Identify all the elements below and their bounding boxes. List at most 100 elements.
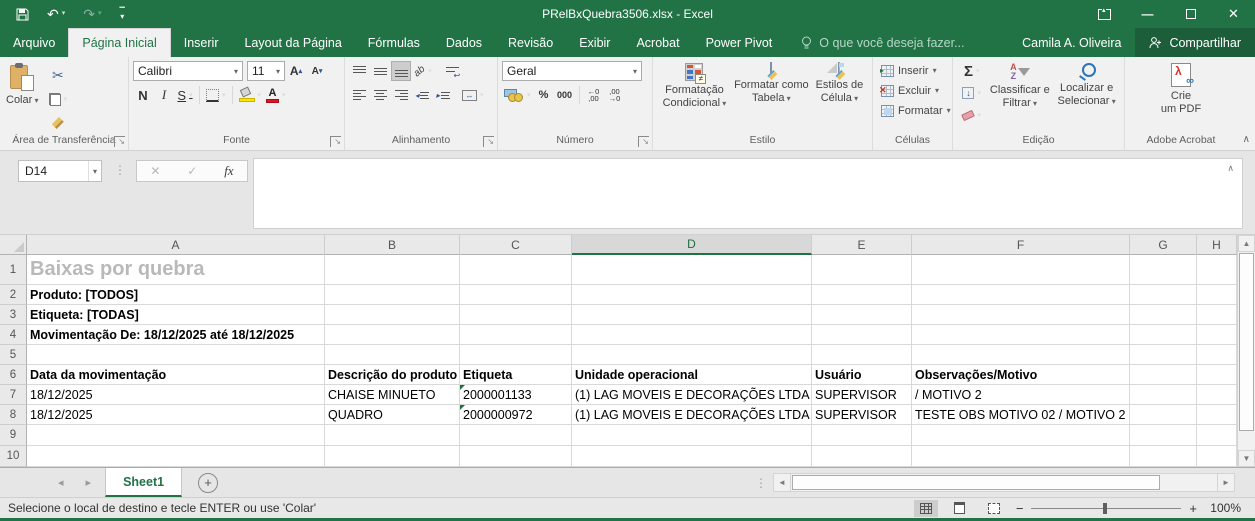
column-header-H[interactable]: H [1197, 235, 1237, 255]
tab-arquivo[interactable]: Arquivo [0, 28, 68, 57]
cell-B3[interactable] [325, 305, 460, 325]
decrease-indent-button[interactable]: ◂ [412, 85, 432, 105]
align-top-button[interactable] [349, 61, 369, 81]
bold-button[interactable]: N [133, 85, 153, 105]
cell-H5[interactable] [1197, 345, 1237, 365]
column-header-C[interactable]: C [460, 235, 572, 255]
tab-pagina-inicial[interactable]: Página Inicial [68, 28, 170, 57]
column-header-B[interactable]: B [325, 235, 460, 255]
column-header-G[interactable]: G [1130, 235, 1197, 255]
cell-C8[interactable]: 2000000972 [460, 405, 572, 425]
row-header-7[interactable]: 7 [0, 385, 27, 405]
tab-revisao[interactable]: Revisão [495, 28, 566, 57]
clear-button[interactable] [957, 105, 986, 125]
cell-D5[interactable] [572, 345, 812, 365]
percent-style-button[interactable]: % [534, 85, 554, 105]
cell-C3[interactable] [460, 305, 572, 325]
scroll-down-arrow[interactable]: ▼ [1238, 450, 1255, 467]
cell-F2[interactable] [912, 285, 1130, 305]
cell-H4[interactable] [1197, 325, 1237, 345]
tab-inserir[interactable]: Inserir [171, 28, 232, 57]
cell-E5[interactable] [812, 345, 912, 365]
minimize-button[interactable] [1126, 0, 1169, 28]
ribbon-display-options-button[interactable] [1083, 0, 1126, 28]
paste-button[interactable]: Colar [4, 61, 41, 133]
conditional-formatting-button[interactable]: ≠ Formatação Condicional [657, 61, 732, 133]
cell-A8[interactable]: 18/12/2025 [27, 405, 325, 425]
decrease-font-button[interactable]: A [307, 61, 327, 81]
cell-F8[interactable]: TESTE OBS MOTIVO 02 / MOTIVO 2 [912, 405, 1130, 425]
cancel-button[interactable]: ✕ [150, 164, 160, 178]
cell-G10[interactable] [1130, 446, 1197, 467]
cell-G1[interactable] [1130, 255, 1197, 285]
cell-G7[interactable] [1130, 385, 1197, 405]
font-name-combo[interactable]: Calibri [133, 61, 243, 81]
insert-cells-button[interactable]: Inserir [881, 61, 948, 80]
cell-D6[interactable]: Unidade operacional [572, 365, 812, 385]
cell-B5[interactable] [325, 345, 460, 365]
cell-A10[interactable] [27, 446, 325, 467]
cell-F10[interactable] [912, 446, 1130, 467]
enter-button[interactable]: ✓ [187, 164, 197, 178]
decrease-decimal-button[interactable]: ,00 →0 [605, 85, 625, 105]
column-header-F[interactable]: F [912, 235, 1130, 255]
cell-A6[interactable]: Data da movimentação [27, 365, 325, 385]
cell-G6[interactable] [1130, 365, 1197, 385]
cell-F6[interactable]: Observações/Motivo [912, 365, 1130, 385]
number-format-combo[interactable]: Geral [502, 61, 642, 81]
page-layout-view-button[interactable] [948, 500, 972, 517]
number-dialog-launcher[interactable] [638, 136, 649, 147]
zoom-slider-handle[interactable] [1103, 503, 1107, 514]
cell-D1[interactable] [572, 255, 812, 285]
column-header-D[interactable]: D [572, 235, 812, 255]
cell-F5[interactable] [912, 345, 1130, 365]
column-header-A[interactable]: A [27, 235, 325, 255]
zoom-level[interactable]: 100% [1207, 501, 1241, 515]
cell-A9[interactable] [27, 425, 325, 446]
row-header-10[interactable]: 10 [0, 446, 27, 467]
cell-G9[interactable] [1130, 425, 1197, 446]
row-header-2[interactable]: 2 [0, 285, 27, 305]
align-center-button[interactable] [370, 85, 390, 105]
collapse-formula-bar-button[interactable] [1227, 163, 1234, 174]
align-left-button[interactable] [349, 85, 369, 105]
find-select-button[interactable]: Localizar e Selecionar [1053, 61, 1120, 133]
cell-G2[interactable] [1130, 285, 1197, 305]
tab-layout-da-pagina[interactable]: Layout da Página [231, 28, 354, 57]
cell-E3[interactable] [812, 305, 912, 325]
cell-E8[interactable]: SUPERVISOR [812, 405, 912, 425]
cell-B9[interactable] [325, 425, 460, 446]
cell-F7[interactable]: / MOTIVO 2 [912, 385, 1130, 405]
create-pdf-button[interactable]: Crie um PDF [1151, 61, 1211, 133]
customize-qat-button[interactable] [120, 9, 125, 19]
row-header-4[interactable]: 4 [0, 325, 27, 345]
insert-function-button[interactable]: fx [224, 163, 233, 179]
horizontal-scrollbar[interactable]: ◄ ► [773, 473, 1235, 492]
next-sheet-arrow[interactable]: ▸ [86, 476, 92, 489]
cell-D9[interactable] [572, 425, 812, 446]
cell-E4[interactable] [812, 325, 912, 345]
cell-C9[interactable] [460, 425, 572, 446]
format-as-table-button[interactable]: Formatar como Tabela [732, 61, 811, 133]
increase-indent-button[interactable]: ▸ [433, 85, 453, 105]
cell-G4[interactable] [1130, 325, 1197, 345]
tab-formulas[interactable]: Fórmulas [355, 28, 433, 57]
sort-filter-button[interactable]: AZ Classificar e Filtrar [986, 61, 1053, 133]
cell-D3[interactable] [572, 305, 812, 325]
comma-style-button[interactable]: 000 [555, 85, 575, 105]
cell-H9[interactable] [1197, 425, 1237, 446]
cell-A5[interactable] [27, 345, 325, 365]
undo-button[interactable]: ↶ [47, 7, 65, 21]
row-header-3[interactable]: 3 [0, 305, 27, 325]
cell-H8[interactable] [1197, 405, 1237, 425]
cell-B10[interactable] [325, 446, 460, 467]
merge-center-button[interactable]: ↔ [460, 85, 486, 105]
wrap-text-button[interactable] [443, 61, 463, 81]
cell-H1[interactable] [1197, 255, 1237, 285]
cell-A7[interactable]: 18/12/2025 [27, 385, 325, 405]
cell-H2[interactable] [1197, 285, 1237, 305]
cell-G8[interactable] [1130, 405, 1197, 425]
format-painter-button[interactable] [47, 113, 70, 133]
zoom-out-button[interactable]: − [1016, 501, 1024, 516]
zoom-slider[interactable] [1031, 508, 1181, 509]
